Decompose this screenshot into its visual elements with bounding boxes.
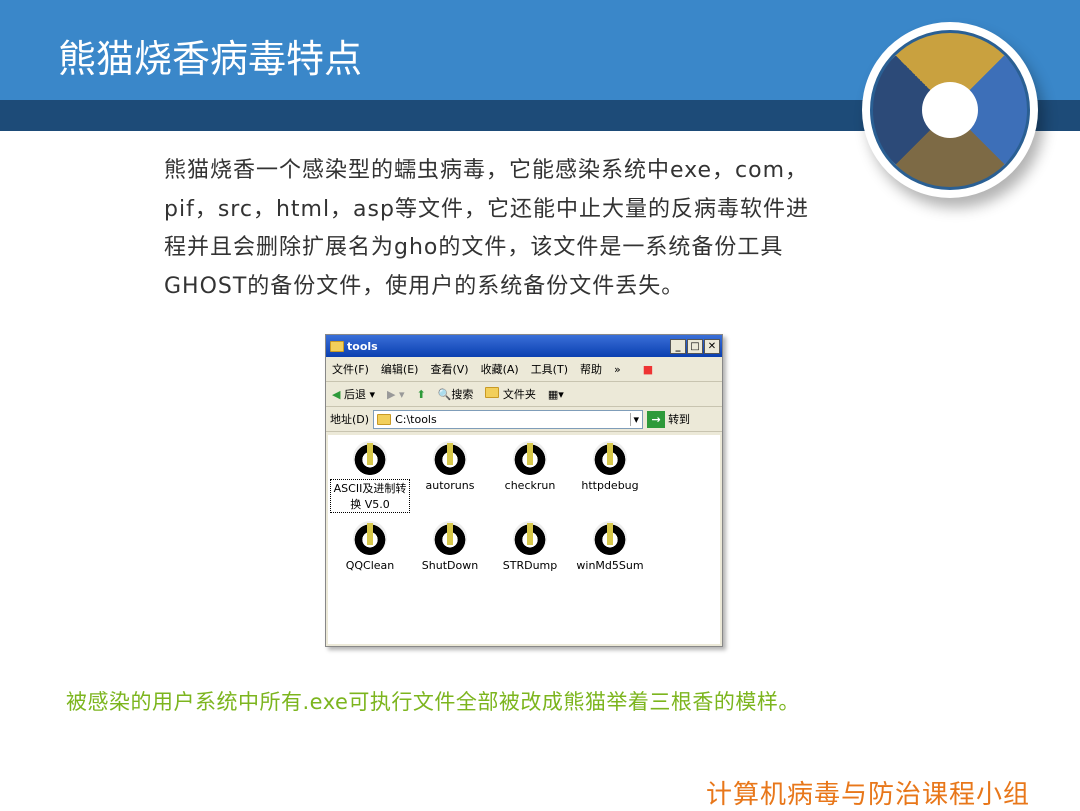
window-titlebar: tools _ □ ✕ xyxy=(326,335,722,357)
menu-bar: 文件(F) 编辑(E) 查看(V) 收藏(A) 工具(T) 帮助 » ■ xyxy=(326,357,722,382)
file-label: winMd5Sum xyxy=(576,559,644,572)
address-label: 地址(D) xyxy=(330,413,370,426)
back-button[interactable]: ◀ 后退 ▾ xyxy=(332,386,375,402)
body-line: 程并且会删除扩展名为gho的文件，该文件是一系统备份工具 xyxy=(164,235,784,260)
body-line: GHOST的备份文件，使用户的系统备份文件丢失。 xyxy=(164,273,685,299)
body-line: 熊猫烧香一个感染型的蠕虫病毒，它能感染系统中exe，com， xyxy=(164,158,809,183)
panda-icon xyxy=(593,521,627,555)
menu-favorites[interactable]: 收藏(A) xyxy=(481,361,519,377)
minimize-button[interactable]: _ xyxy=(670,338,686,354)
file-item[interactable]: ASCII及进制转换 V5.0 xyxy=(330,441,410,513)
search-icon: 🔍 xyxy=(437,388,452,401)
file-item[interactable]: QQClean xyxy=(330,521,410,572)
back-label: 后退 xyxy=(343,388,366,401)
file-label: ShutDown xyxy=(421,559,479,572)
folder-icon xyxy=(377,413,392,425)
search-label: 搜索 xyxy=(451,388,474,401)
folder-icon xyxy=(485,387,500,398)
go-button[interactable]: → 转到 xyxy=(647,410,691,428)
folders-button[interactable]: 文件夹 xyxy=(485,386,536,402)
file-item[interactable]: winMd5Sum xyxy=(570,521,650,572)
file-item[interactable]: httpdebug xyxy=(570,441,650,492)
panda-icon xyxy=(513,521,547,555)
body-line: pif，src，html，asp等文件，它还能中止大量的反病毒软件进 xyxy=(164,196,809,222)
menu-edit[interactable]: 编辑(E) xyxy=(381,361,419,377)
menu-tools[interactable]: 工具(T) xyxy=(531,361,568,377)
window-title: tools xyxy=(347,339,378,353)
windows-logo-icon: ■ xyxy=(642,362,654,376)
address-input[interactable]: C:\tools ▾ xyxy=(373,409,644,429)
menu-more[interactable]: » xyxy=(614,363,621,376)
folder-icon xyxy=(330,340,344,352)
toolbar: ◀ 后退 ▾ ▶ ▾ ⬆ 🔍搜索 文件夹 ▦▾ xyxy=(326,382,722,407)
panda-icon xyxy=(433,441,467,475)
file-item[interactable]: checkrun xyxy=(490,441,570,492)
file-label: STRDump xyxy=(502,559,558,572)
folders-label: 文件夹 xyxy=(502,388,536,401)
panda-icon xyxy=(353,441,387,475)
panda-icon xyxy=(593,441,627,475)
go-arrow-icon: → xyxy=(647,410,666,428)
maximize-button[interactable]: □ xyxy=(687,338,703,354)
menu-help[interactable]: 帮助 xyxy=(580,361,602,377)
file-list: ASCII及进制转换 V5.0 autoruns checkrun httpde… xyxy=(328,435,720,644)
file-item[interactable]: STRDump xyxy=(490,521,570,572)
file-label: autoruns xyxy=(425,479,475,492)
file-label: QQClean xyxy=(345,559,395,572)
file-label: ASCII及进制转换 V5.0 xyxy=(330,479,410,513)
explorer-window-screenshot: tools _ □ ✕ 文件(F) 编辑(E) 查看(V) 收藏(A) 工具(T) … xyxy=(325,334,723,647)
search-button[interactable]: 🔍搜索 xyxy=(438,386,474,402)
note-text: 被感染的用户系统中所有.exe可执行文件全部被改成熊猫举着三根香的模样。 xyxy=(66,690,800,714)
panda-icon xyxy=(513,441,547,475)
file-label: httpdebug xyxy=(581,479,639,492)
forward-button[interactable]: ▶ ▾ xyxy=(387,388,404,401)
go-label: 转到 xyxy=(668,413,691,426)
up-folder-icon[interactable]: ⬆ xyxy=(416,388,425,401)
footer-text: 计算机病毒与防治课程小组 xyxy=(706,780,1031,810)
close-button[interactable]: ✕ xyxy=(704,338,720,354)
menu-view[interactable]: 查看(V) xyxy=(430,361,468,377)
file-item[interactable]: autoruns xyxy=(410,441,490,492)
views-button[interactable]: ▦▾ xyxy=(548,388,564,401)
address-bar: 地址(D) C:\tools ▾ → 转到 xyxy=(326,407,722,432)
panda-icon xyxy=(433,521,467,555)
slide-title: 熊猫烧香病毒特点 xyxy=(58,37,363,81)
back-arrow-icon: ◀ xyxy=(332,388,341,401)
panda-icon xyxy=(353,521,387,555)
body-text: 熊猫烧香一个感染型的蠕虫病毒，它能感染系统中exe，com， pif，src，h… xyxy=(164,152,914,306)
dropdown-icon[interactable]: ▾ xyxy=(629,412,643,426)
file-item[interactable]: ShutDown xyxy=(410,521,490,572)
address-value: C:\tools xyxy=(395,412,437,426)
file-label: checkrun xyxy=(504,479,556,492)
menu-file[interactable]: 文件(F) xyxy=(332,361,369,377)
